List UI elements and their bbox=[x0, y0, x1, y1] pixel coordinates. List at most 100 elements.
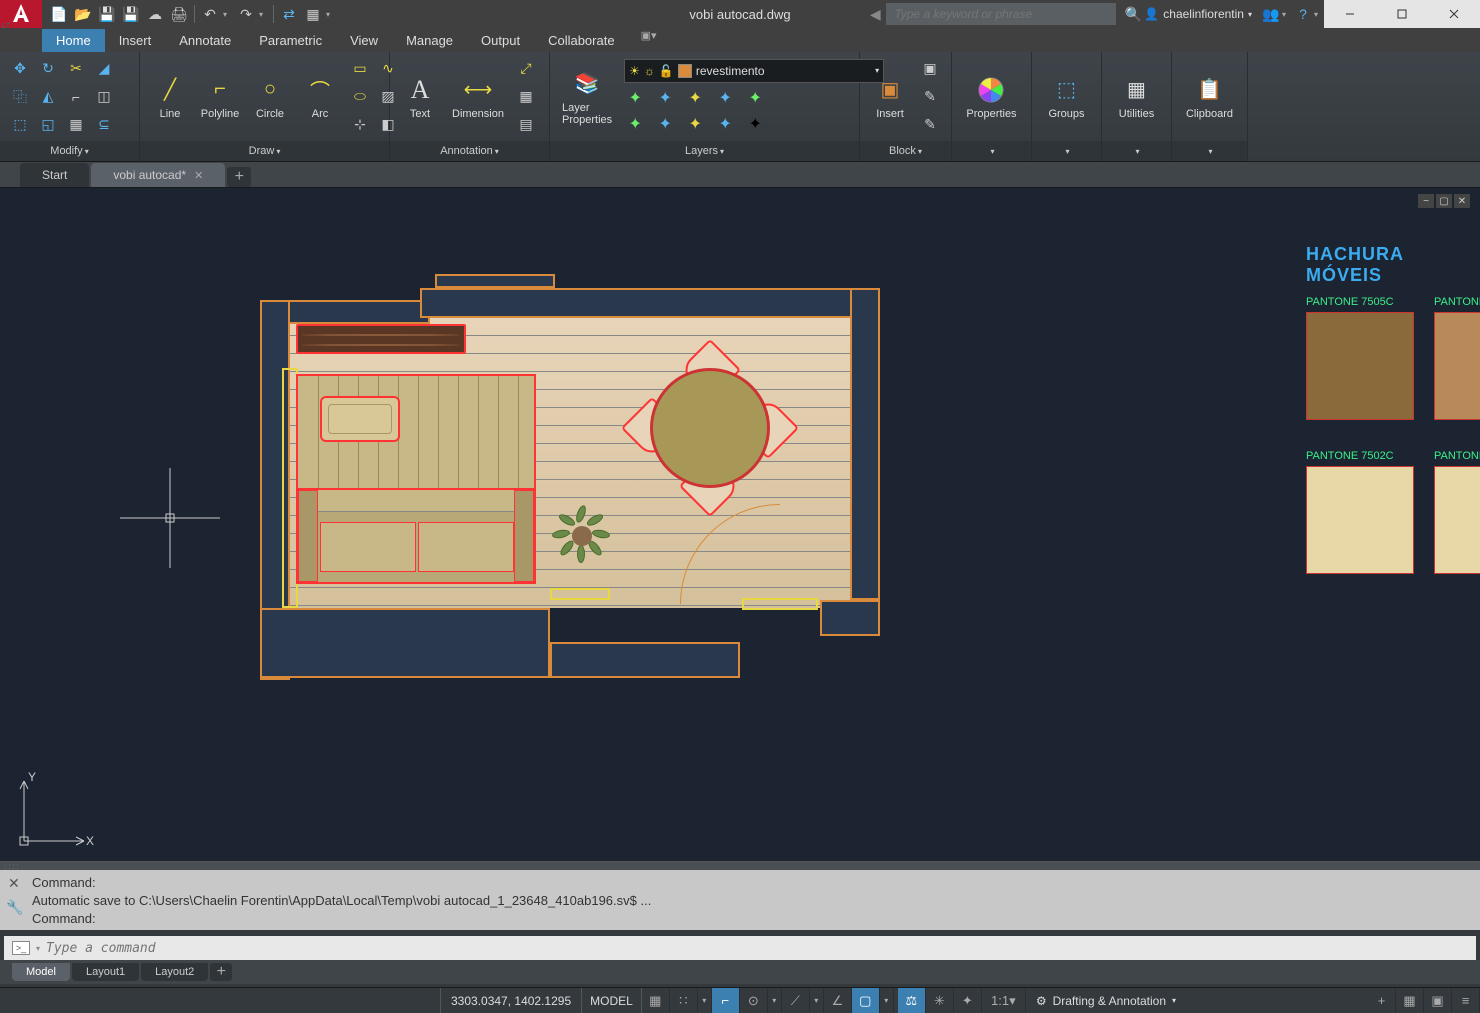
offset-icon[interactable]: ⊆ bbox=[92, 113, 116, 137]
erase-icon[interactable]: ◢ bbox=[92, 57, 116, 81]
arc-button[interactable]: ⌒Arc bbox=[298, 72, 342, 122]
layer-ico-9[interactable]: ✦ bbox=[714, 113, 736, 135]
groups-button[interactable]: ⬚Groups bbox=[1044, 72, 1088, 122]
layer-ico-2[interactable]: ✦ bbox=[654, 87, 676, 109]
new-icon[interactable]: 📄 bbox=[48, 3, 70, 25]
create-block-icon[interactable]: ▣ bbox=[918, 57, 942, 81]
trim-icon[interactable]: ✂ bbox=[64, 57, 88, 81]
panel-title-annotation[interactable]: Annotation▾ bbox=[390, 141, 549, 161]
customization-icon[interactable]: ≡ bbox=[1452, 988, 1480, 1013]
command-resize-handle[interactable] bbox=[0, 862, 1480, 870]
minimize-button[interactable] bbox=[1324, 0, 1376, 28]
ribbon-tab-home[interactable]: Home bbox=[42, 29, 105, 52]
layer-ico-8[interactable]: ✦ bbox=[684, 113, 706, 135]
layout-tab-1[interactable]: Layout1 bbox=[72, 963, 139, 981]
drawing-viewport[interactable]: − ▢ ✕ bbox=[0, 188, 1480, 861]
line-button[interactable]: ╱Line bbox=[148, 72, 192, 122]
polar-drop-icon[interactable]: ▾ bbox=[768, 988, 782, 1013]
isolate-icon[interactable]: ▣ bbox=[1424, 988, 1452, 1013]
utilities-button[interactable]: ▦Utilities bbox=[1115, 72, 1159, 122]
layer-ico-1[interactable]: ✦ bbox=[624, 87, 646, 109]
fillet-icon[interactable]: ⌐ bbox=[64, 85, 88, 109]
hardware-icon[interactable]: ▦ bbox=[1396, 988, 1424, 1013]
status-space-toggle[interactable]: MODEL bbox=[582, 988, 642, 1013]
command-customize-icon[interactable]: 🔧 bbox=[6, 898, 23, 916]
user-menu[interactable]: 👤 chaelinfiorentin ▾ bbox=[1144, 7, 1252, 21]
insert-button[interactable]: ▣Insert bbox=[868, 72, 912, 122]
layout-tab-2[interactable]: Layout2 bbox=[141, 963, 208, 981]
layer-ico-5[interactable]: ✦ bbox=[744, 87, 766, 109]
circle-button[interactable]: ○Circle bbox=[248, 72, 292, 122]
point-icon[interactable]: ⊹ bbox=[348, 113, 372, 137]
panel-title-properties[interactable]: ▾ bbox=[952, 141, 1031, 161]
layout-tab-model[interactable]: Model bbox=[12, 963, 70, 981]
layer-ico-10[interactable]: ✦ bbox=[744, 113, 766, 135]
osnap-icon[interactable]: ▢ bbox=[852, 988, 880, 1013]
search-icon[interactable]: 🔍 bbox=[1122, 3, 1144, 25]
redo-icon[interactable]: ↷ bbox=[235, 3, 257, 25]
layer-ico-4[interactable]: ✦ bbox=[714, 87, 736, 109]
ribbon-tab-view[interactable]: View bbox=[336, 29, 392, 52]
block-attr-icon[interactable]: ✎ bbox=[918, 113, 942, 137]
add-file-tab-button[interactable]: + bbox=[227, 167, 251, 187]
close-button[interactable] bbox=[1428, 0, 1480, 28]
grid-icon[interactable]: ▦ bbox=[642, 988, 670, 1013]
command-close-icon[interactable]: ✕ bbox=[8, 874, 20, 892]
table-icon[interactable]: ▦ bbox=[514, 85, 538, 109]
help-icon[interactable]: ? bbox=[1292, 3, 1314, 25]
ortho-icon[interactable]: ⌐ bbox=[712, 988, 740, 1013]
ribbon-tab-collaborate[interactable]: Collaborate bbox=[534, 29, 629, 52]
properties-button[interactable]: Properties bbox=[962, 72, 1020, 122]
share-icon[interactable]: ⇄ bbox=[278, 3, 300, 25]
leader-icon[interactable]: ⤢ bbox=[514, 57, 538, 81]
layer-ico-3[interactable]: ✦ bbox=[684, 87, 706, 109]
panel-title-modify[interactable]: Modify▾ bbox=[0, 141, 139, 161]
ellipse-icon[interactable]: ⬭ bbox=[348, 85, 372, 109]
open-icon[interactable]: 📂 bbox=[72, 3, 94, 25]
cloud-save-icon[interactable]: ☁ bbox=[144, 3, 166, 25]
copy-icon[interactable]: ⿻ bbox=[8, 85, 32, 109]
autodesk-icon[interactable]: 👥 bbox=[1260, 3, 1282, 25]
maximize-button[interactable] bbox=[1376, 0, 1428, 28]
text-button[interactable]: AText bbox=[398, 72, 442, 122]
ribbon-tab-insert[interactable]: Insert bbox=[105, 29, 166, 52]
save-icon[interactable]: 💾 bbox=[96, 3, 118, 25]
file-tab-current[interactable]: vobi autocad*✕ bbox=[91, 163, 225, 187]
ribbon-featured-apps-icon[interactable]: ▣▾ bbox=[641, 29, 657, 52]
rect-icon[interactable]: ▭ bbox=[348, 57, 372, 81]
monitor-icon[interactable]: + bbox=[1368, 988, 1396, 1013]
save-as-icon[interactable]: 💾 bbox=[120, 3, 142, 25]
undo-icon[interactable]: ↶ bbox=[199, 3, 221, 25]
otrack-icon[interactable]: ∠ bbox=[824, 988, 852, 1013]
status-coordinates[interactable]: 3303.0347, 1402.1295 bbox=[440, 988, 582, 1013]
ribbon-tab-annotate[interactable]: Annotate bbox=[165, 29, 245, 52]
app-logo[interactable]: LT bbox=[0, 0, 42, 28]
panel-title-layers[interactable]: Layers▾ bbox=[550, 141, 859, 161]
polyline-button[interactable]: ⌐Polyline bbox=[198, 72, 242, 122]
panel-title-draw[interactable]: Draw▾ bbox=[140, 141, 389, 161]
scale-label[interactable]: 1:1 ▾ bbox=[982, 988, 1026, 1013]
workspace-switcher[interactable]: ⚙ Drafting & Annotation ▾ bbox=[1026, 994, 1186, 1008]
viewport-maximize-icon[interactable]: ▢ bbox=[1436, 194, 1452, 208]
snap-icon[interactable]: ∷ bbox=[670, 988, 698, 1013]
annovisibility-icon[interactable]: ✳ bbox=[926, 988, 954, 1013]
snap-drop-icon[interactable]: ▾ bbox=[698, 988, 712, 1013]
stretch-icon[interactable]: ⬚ bbox=[8, 113, 32, 137]
viewport-close-icon[interactable]: ✕ bbox=[1454, 194, 1470, 208]
autoscale-icon[interactable]: ✦ bbox=[954, 988, 982, 1013]
plot-icon[interactable]: 🖨 bbox=[168, 3, 190, 25]
panel-title-block[interactable]: Block▾ bbox=[860, 141, 951, 161]
rotate-icon[interactable]: ↻ bbox=[36, 57, 60, 81]
panel-title-clipboard[interactable]: ▾ bbox=[1172, 141, 1247, 161]
layer-ico-6[interactable]: ✦ bbox=[624, 113, 646, 135]
command-prompt-icon[interactable]: >_ bbox=[12, 941, 30, 955]
array-icon[interactable]: ▦ bbox=[64, 113, 88, 137]
add-layout-button[interactable]: + bbox=[210, 963, 232, 981]
move-icon[interactable]: ✥ bbox=[8, 57, 32, 81]
command-input[interactable] bbox=[46, 941, 1468, 956]
file-tab-start[interactable]: Start bbox=[20, 163, 89, 187]
close-tab-icon[interactable]: ✕ bbox=[194, 169, 203, 182]
ribbon-tab-output[interactable]: Output bbox=[467, 29, 534, 52]
dimension-button[interactable]: ⟷Dimension bbox=[448, 72, 508, 122]
clipboard-button[interactable]: 📋Clipboard bbox=[1182, 72, 1237, 122]
